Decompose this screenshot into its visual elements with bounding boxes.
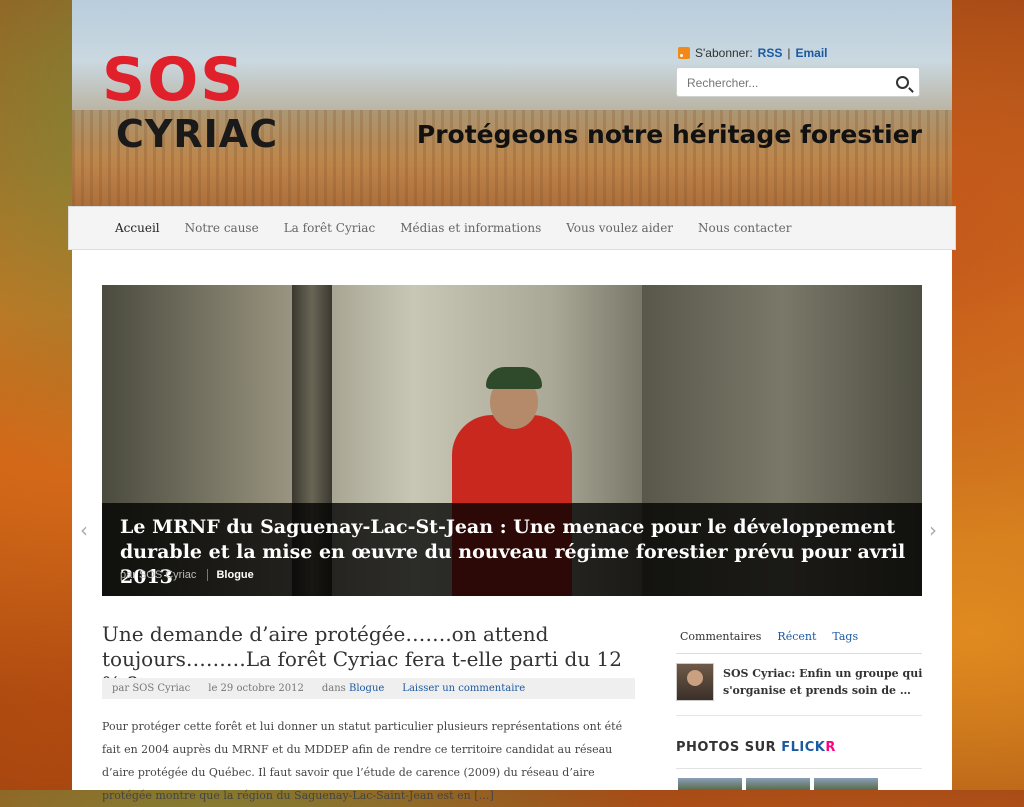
nav-item-accueil[interactable]: Accueil bbox=[115, 221, 160, 235]
flickr-wordmark-blue: FLICK bbox=[781, 740, 826, 755]
post-category-link[interactable]: Blogue bbox=[349, 683, 384, 694]
search-icon[interactable] bbox=[896, 76, 909, 89]
post-excerpt: Pour protéger cette forêt et lui donner … bbox=[102, 720, 623, 802]
main-nav: Accueil Notre cause La forêt Cyriac Médi… bbox=[68, 206, 956, 250]
slide-caption: Le MRNF du Saguenay-Lac-St-Jean : Une me… bbox=[102, 503, 922, 596]
subscribe-bar: S'abonner: RSS | Email bbox=[678, 46, 828, 60]
site-tagline: Protégeons notre héritage forestier bbox=[416, 120, 922, 149]
post-author: par SOS Cyriac bbox=[112, 683, 191, 694]
nav-item-medias[interactable]: Médias et informations bbox=[400, 221, 541, 235]
flickr-thumbnail[interactable] bbox=[678, 778, 742, 790]
rss-icon bbox=[678, 47, 690, 59]
person-cap bbox=[486, 367, 542, 389]
site-logo[interactable]: SOS CYRIAC bbox=[102, 50, 282, 180]
flickr-wordmark-pink: R bbox=[825, 740, 836, 755]
subscribe-label: S'abonner: bbox=[695, 46, 753, 60]
slider-prev-icon[interactable]: ‹ bbox=[80, 520, 94, 540]
flickr-heading: PHOTOS SUR FLICKR bbox=[676, 740, 836, 755]
search-input[interactable] bbox=[685, 73, 889, 93]
subscribe-separator: | bbox=[787, 46, 791, 60]
logo-cyriac: CYRIAC bbox=[116, 112, 279, 156]
flickr-divider bbox=[676, 768, 922, 769]
nav-item-notre-cause[interactable]: Notre cause bbox=[185, 221, 259, 235]
post-in-label: dans bbox=[321, 683, 346, 694]
nav-item-la-foret-cyriac[interactable]: La forêt Cyriac bbox=[284, 221, 376, 235]
post-meta: par SOS Cyriac le 29 octobre 2012 dans B… bbox=[102, 678, 635, 699]
slide-author: par SOS Cyriac bbox=[120, 569, 197, 581]
nav-item-vous-voulez-aider[interactable]: Vous voulez aider bbox=[566, 221, 673, 235]
tab-recent[interactable]: Récent bbox=[773, 627, 820, 653]
site-header: SOS CYRIAC S'abonner: RSS | Email Protég… bbox=[72, 0, 952, 206]
flickr-thumbnail[interactable] bbox=[814, 778, 878, 790]
slide-category[interactable]: Blogue bbox=[207, 569, 254, 581]
slider-next-icon[interactable]: › bbox=[929, 520, 943, 540]
post-date: le 29 octobre 2012 bbox=[208, 683, 304, 694]
avatar bbox=[676, 663, 714, 701]
featured-slider[interactable]: Le MRNF du Saguenay-Lac-St-Jean : Une me… bbox=[102, 285, 922, 596]
post-category-group: dans Blogue bbox=[322, 683, 384, 694]
tab-tags[interactable]: Tags bbox=[828, 627, 862, 653]
email-link[interactable]: Email bbox=[795, 46, 827, 60]
leave-comment-link[interactable]: Laisser un commentaire bbox=[402, 683, 525, 694]
rss-link[interactable]: RSS bbox=[758, 46, 783, 60]
sidebar-comment-text[interactable]: SOS Cyriac: Enfin un groupe qui s'organi… bbox=[723, 665, 923, 699]
nav-item-nous-contacter[interactable]: Nous contacter bbox=[698, 221, 791, 235]
flickr-prefix: PHOTOS SUR bbox=[676, 740, 782, 755]
sidebar-comment-item[interactable]: SOS Cyriac: Enfin un groupe qui s'organi… bbox=[676, 663, 922, 716]
flickr-thumbnail[interactable] bbox=[746, 778, 810, 790]
logo-sos: SOS bbox=[102, 45, 246, 115]
tab-commentaires[interactable]: Commentaires bbox=[676, 627, 766, 653]
slide-meta: par SOS Cyriac Blogue bbox=[120, 569, 254, 581]
search-box bbox=[676, 67, 920, 97]
sidebar-tabs: Commentaires Récent Tags bbox=[676, 627, 922, 654]
